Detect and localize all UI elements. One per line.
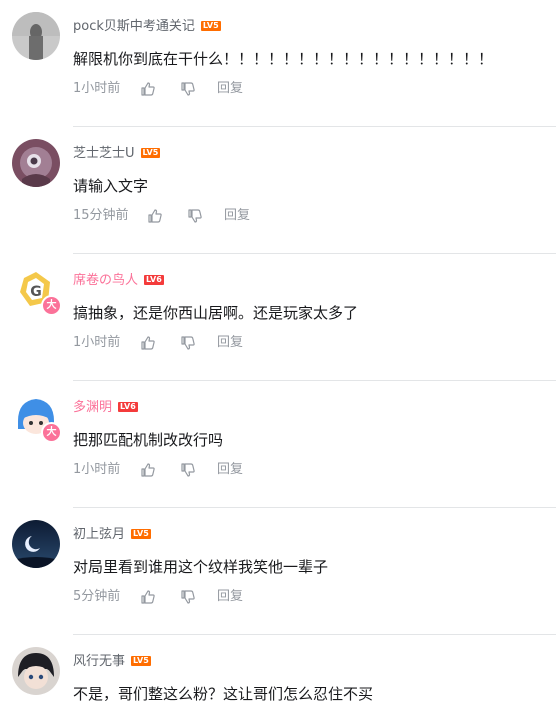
comment-item: 大 多渊明 LV6 把那匹配机制改改行吗 1小时前 回复: [0, 381, 556, 508]
avatar[interactable]: [12, 647, 60, 695]
comment-time: 1小时前: [73, 335, 121, 350]
username[interactable]: 芝士芝士U LV5: [73, 145, 161, 163]
reply-button[interactable]: 回复: [217, 461, 243, 479]
comment-text: 请输入文字: [73, 177, 149, 195]
level-badge: LV5: [140, 147, 161, 158]
username-text[interactable]: 席卷の鸟人: [73, 273, 138, 288]
comment-text: 对局里看到谁用这个纹样我笑他一辈子: [73, 558, 329, 576]
reply-button[interactable]: 回复: [217, 80, 243, 98]
thumbs-down-icon[interactable]: [180, 589, 196, 605]
username[interactable]: pock贝斯中考通关记 LV5: [73, 18, 221, 36]
avatar-container[interactable]: [12, 139, 60, 187]
vip-badge: 大: [41, 295, 62, 316]
avatar[interactable]: [12, 139, 60, 187]
username-text[interactable]: pock贝斯中考通关记: [73, 19, 195, 34]
thumbs-up-icon[interactable]: [140, 589, 156, 605]
thumbs-up-icon[interactable]: [147, 208, 163, 224]
comment-item: 初上弦月 LV5 对局里看到谁用这个纹样我笑他一辈子 5分钟前 回复: [0, 508, 556, 635]
thumbs-down-icon[interactable]: [180, 81, 196, 97]
username[interactable]: 多渊明 LV6: [73, 399, 138, 417]
thumbs-down-icon[interactable]: [180, 335, 196, 351]
username[interactable]: 初上弦月 LV5: [73, 526, 151, 544]
avatar[interactable]: [12, 520, 60, 568]
avatar[interactable]: [12, 12, 60, 60]
reply-button[interactable]: 回复: [224, 207, 250, 225]
username-text[interactable]: 初上弦月: [73, 527, 125, 542]
comment-item: pock贝斯中考通关记 LV5 解限机你到底在干什么！！！！！！！！！！！！！！！…: [0, 0, 556, 127]
comment-text: 把那匹配机制改改行吗: [73, 431, 224, 449]
level-badge: LV5: [131, 528, 151, 539]
svg-text:G: G: [30, 284, 42, 300]
avatar-container[interactable]: [12, 12, 60, 60]
avatar-container[interactable]: [12, 520, 60, 568]
comment-text: 搞抽象，还是你西山居啊。还是玩家太多了: [73, 304, 359, 322]
comment-item: G 大 席卷の鸟人 LV6 搞抽象，还是你西山居啊。还是玩家太多了 1小时前 回复: [0, 254, 556, 381]
thumbs-down-icon[interactable]: [187, 208, 203, 224]
username[interactable]: 风行无事 LV5: [73, 653, 151, 671]
level-badge: LV6: [144, 274, 164, 285]
comment-text: 不是，哥们整这么粉？这让哥们怎么忍住不买: [73, 685, 374, 703]
avatar-container[interactable]: G 大: [12, 266, 62, 316]
thumbs-up-icon[interactable]: [140, 462, 156, 478]
vip-badge: 大: [41, 422, 62, 443]
avatar-container[interactable]: 大: [12, 393, 62, 443]
level-badge: LV5: [200, 20, 221, 31]
username-text[interactable]: 风行无事: [73, 654, 125, 669]
avatar-container[interactable]: [12, 647, 60, 695]
username-text[interactable]: 芝士芝士U: [73, 146, 135, 161]
thumbs-up-icon[interactable]: [140, 81, 156, 97]
comment-time: 1小时前: [73, 462, 121, 477]
thumbs-up-icon[interactable]: [140, 335, 156, 351]
level-badge: LV5: [131, 655, 151, 666]
thumbs-down-icon[interactable]: [180, 462, 196, 478]
comment-time: 15分钟前: [73, 208, 129, 223]
comment-text: 解限机你到底在干什么！！！！！！！！！！！！！！！！！！: [73, 50, 494, 68]
username-text[interactable]: 多渊明: [73, 400, 112, 415]
comment-time: 5分钟前: [73, 589, 121, 604]
comment-item: 芝士芝士U LV5 请输入文字 15分钟前 回复: [0, 127, 556, 254]
comment-time: 1小时前: [73, 81, 121, 96]
level-badge: LV6: [118, 401, 138, 412]
reply-button[interactable]: 回复: [217, 334, 243, 352]
username[interactable]: 席卷の鸟人 LV6: [73, 272, 164, 290]
comment-item: 风行无事 LV5 不是，哥们整这么粉？这让哥们怎么忍住不买: [0, 635, 556, 714]
reply-button[interactable]: 回复: [217, 588, 243, 606]
